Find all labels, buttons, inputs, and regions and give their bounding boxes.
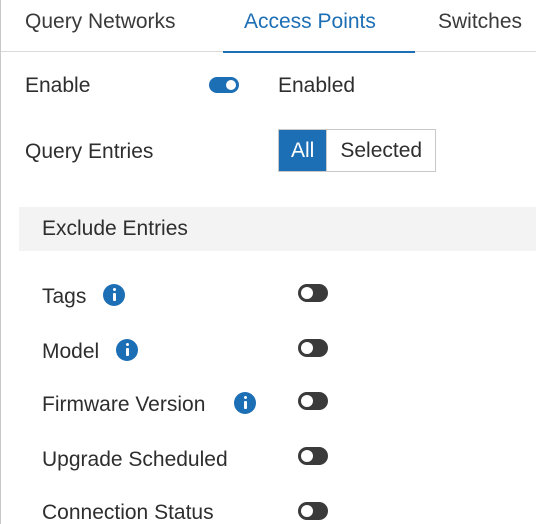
exclude-firmware-version-label: Firmware Version [42, 393, 206, 416]
exclude-tags-toggle[interactable] [298, 284, 328, 302]
exclude-firmware-version-toggle[interactable] [298, 392, 328, 410]
enable-label: Enable [25, 74, 91, 97]
tab-query-networks[interactable]: Query Networks [25, 10, 176, 52]
exclude-upgrade-scheduled-toggle[interactable] [298, 447, 328, 465]
query-entries-label: Query Entries [25, 140, 154, 163]
enable-status: Enabled [278, 74, 356, 97]
info-icon[interactable] [116, 339, 138, 361]
query-entries-segmented-control: All Selected [278, 129, 437, 172]
option-selected-button[interactable]: Selected [326, 130, 436, 171]
info-icon[interactable] [103, 284, 125, 306]
access-points-query-panel: Query Networks Access Points Switches En… [0, 0, 536, 524]
exclude-model-toggle[interactable] [298, 339, 328, 357]
exclude-connection-status-toggle[interactable] [298, 502, 328, 520]
exclude-connection-status-label: Connection Status [42, 501, 214, 524]
option-all-button[interactable]: All [279, 130, 327, 171]
exclude-entries-title: Exclude Entries [42, 217, 188, 240]
exclude-model-label: Model [42, 340, 100, 363]
exclude-upgrade-scheduled-label: Upgrade Scheduled [42, 448, 228, 471]
tab-bar: Query Networks Access Points Switches [1, 0, 536, 53]
info-icon[interactable] [234, 392, 256, 414]
exclude-tags-label: Tags [42, 285, 87, 308]
exclude-entries-header: Exclude Entries [19, 207, 536, 251]
enable-toggle[interactable] [209, 77, 239, 93]
tab-switches[interactable]: Switches [438, 10, 522, 52]
tab-access-points[interactable]: Access Points [223, 10, 415, 53]
